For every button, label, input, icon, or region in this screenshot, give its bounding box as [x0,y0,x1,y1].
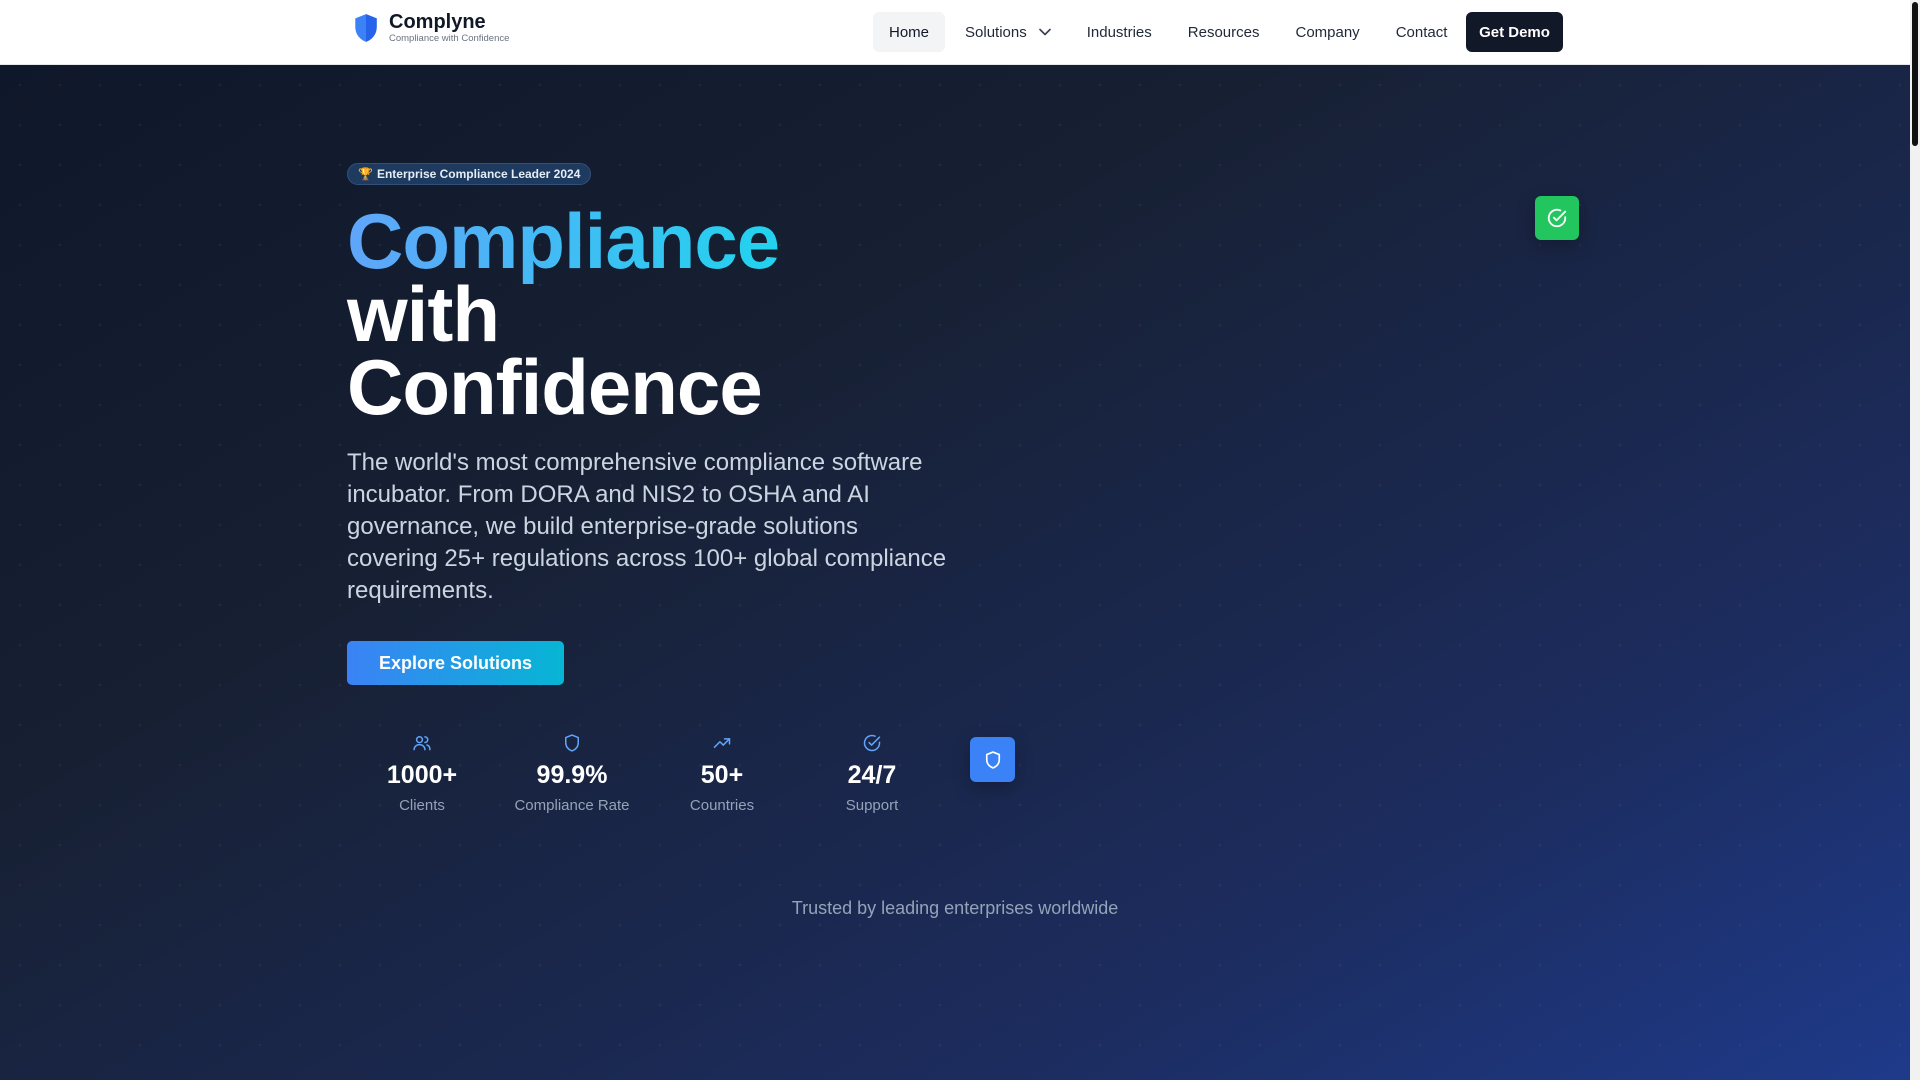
stat-compliance-rate: 99.9% Compliance Rate [497,733,647,814]
stat-label: Support [845,797,899,814]
stats-row: 1000+ Clients 99.9% Compliance Rate 50+ … [347,733,947,814]
shield-icon [355,14,377,42]
check-circle-icon [1547,208,1567,228]
award-badge: 🏆 Enterprise Compliance Leader 2024 [347,163,592,185]
stat-value: 1000+ [386,761,458,789]
trophy-icon: 🏆 [358,167,373,181]
scrollbar-thumb[interactable] [1912,2,1918,146]
nav-industries[interactable]: Industries [1071,12,1168,52]
nav-solutions[interactable]: Solutions [949,12,1067,52]
check-circle-icon [863,734,881,752]
hero-description: The world's most comprehensive complianc… [347,449,947,604]
nav-home[interactable]: Home [873,12,946,52]
stat-label: Countries [689,797,755,814]
brand-name: Complyne [389,11,486,33]
trending-up-icon [713,738,731,748]
dot-pattern-background [0,65,1910,1080]
shield-icon [565,734,579,752]
users-icon [413,736,431,751]
page-scrollbar[interactable] [1910,0,1920,1080]
chevron-down-icon [1038,28,1051,36]
brand-tagline: Compliance with Confidence [389,33,510,44]
get-demo-button[interactable]: Get Demo [1466,12,1563,52]
nav-company[interactable]: Company [1279,12,1375,52]
nav-resources[interactable]: Resources [1172,12,1276,52]
stat-support: 24/7 Support [797,733,947,814]
hero-title-line3: Confidence [347,343,763,431]
stat-label: Compliance Rate [514,797,630,814]
stat-value: 24/7 [847,761,897,789]
stat-label: Clients [399,797,445,814]
shield-icon [985,750,1000,769]
main-nav: Home Solutions Industries Resources Comp… [873,12,1467,52]
floating-shield-card [970,737,1015,782]
trusted-by-text: Trusted by leading enterprises worldwide [791,898,1119,918]
stat-clients: 1000+ Clients [347,733,497,814]
top-navbar: Complyne Compliance with Confidence Home… [0,0,1910,65]
explore-solutions-button[interactable]: Explore Solutions [347,641,564,685]
hero-section: 🏆 Enterprise Compliance Leader 2024 Comp… [0,65,1910,1080]
badge-text: Enterprise Compliance Leader 2024 [376,167,581,181]
brand-logo[interactable]: Complyne Compliance with Confidence [353,11,509,45]
stat-countries: 50+ Countries [647,733,797,814]
stat-value: 50+ [700,761,744,789]
floating-check-card [1535,196,1579,240]
stat-value: 99.9% [536,761,608,789]
nav-contact[interactable]: Contact [1380,12,1464,52]
hero-title: Compliance with Confidence [347,202,780,426]
